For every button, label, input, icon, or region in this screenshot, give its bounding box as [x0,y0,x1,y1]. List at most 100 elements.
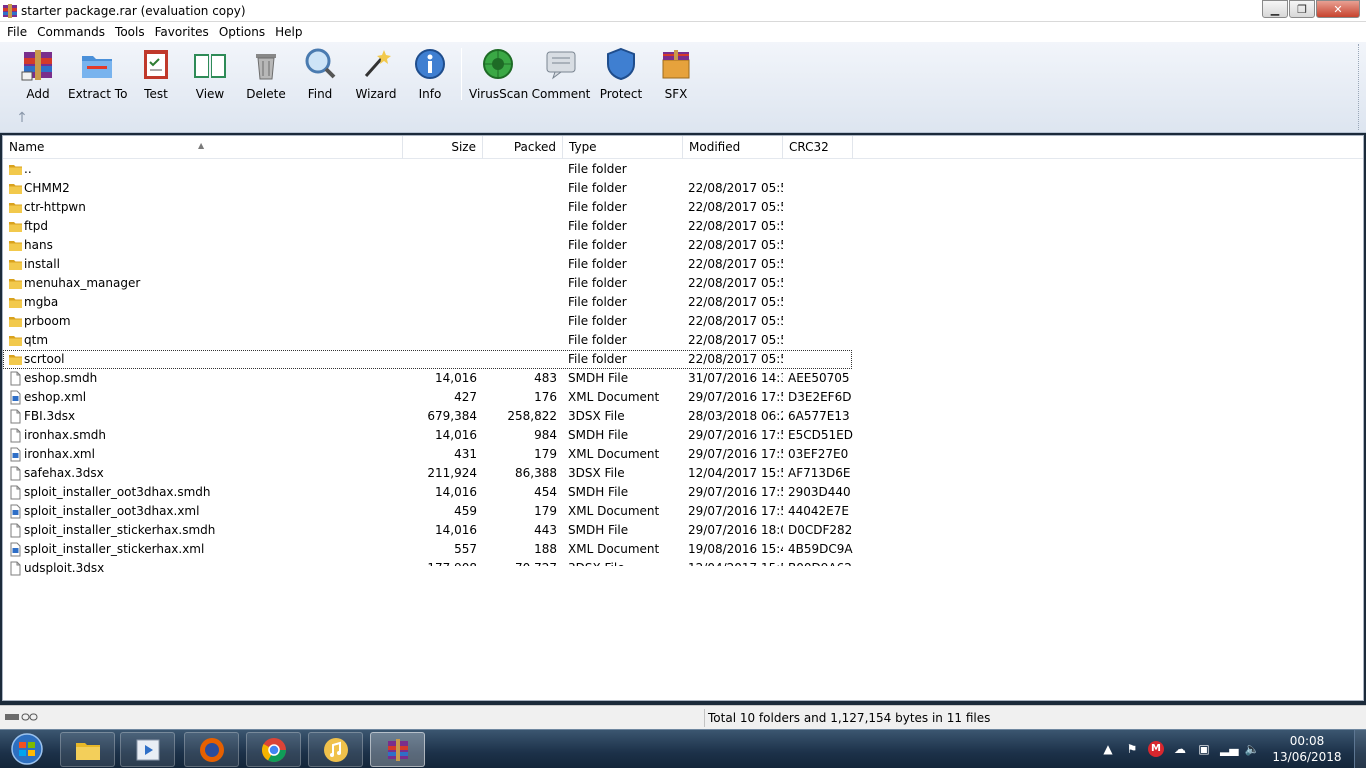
add-button[interactable]: Add [14,46,62,102]
action-center-flag-icon[interactable]: ⚑ [1124,741,1140,757]
taskbar-clock[interactable]: 00:08 13/06/2018 [1272,733,1342,765]
file-row[interactable]: sploit_installer_stickerhax.smdh 14,016 44… [3,521,1363,540]
file-packed [483,255,557,274]
menu-help[interactable]: Help [270,25,307,39]
file-size [403,198,477,217]
find-button[interactable]: Find [298,46,342,102]
start-button[interactable] [5,733,49,766]
file-type: XML Document [568,504,660,518]
maximize-button[interactable]: ❐ [1289,0,1315,18]
cloud-icon[interactable]: ☁ [1172,741,1188,757]
column-modified-label: Modified [689,140,741,154]
file-row[interactable]: scrtool File folder 22/08/2017 05:50 [3,350,852,369]
file-row[interactable]: eshop.smdh 14,016 483 SMDH File 31/07/2016 1… [3,369,1363,388]
taskbar-itunes[interactable] [308,732,363,767]
file-type: SMDH File [568,523,629,537]
file-row[interactable]: qtm File folder 22/08/2017 05:50 [3,331,1363,350]
file-row[interactable]: menuhax_manager File folder 22/08/2017 05:… [3,274,1363,293]
file-row[interactable]: .. File folder [3,160,1363,179]
winrar-app-icon[interactable] [2,3,18,19]
file-row[interactable]: hans File folder 22/08/2017 05:50 [3,236,1363,255]
file-row[interactable]: sploit_installer_oot3dhax.xml 459 179 XML D… [3,502,1363,521]
file-row[interactable]: ctr-httpwn File folder 22/08/2017 05:50 [3,198,1363,217]
taskbar-firefox[interactable] [184,732,239,767]
wizard-button[interactable]: Wizard [353,46,399,102]
find-label: Find [307,87,333,101]
extract-to-button[interactable]: Extract To [68,46,127,102]
file-crc [788,350,853,369]
show-desktop-button[interactable] [1354,730,1366,768]
taskbar-explorer[interactable] [60,732,115,767]
close-button[interactable]: ✕ [1316,0,1360,18]
file-row[interactable]: sploit_installer_stickerhax.xml 557 188 XML… [3,540,1363,559]
protect-button[interactable]: Protect [598,46,644,102]
file-type: File folder [568,333,627,347]
file-crc: AF713D6E [788,466,851,480]
file-row[interactable]: mgba File folder 22/08/2017 05:50 [3,293,1363,312]
network-signal-icon[interactable]: ▂▄ [1220,741,1238,757]
drive-status-icon[interactable] [4,711,40,723]
file-crc [788,293,853,312]
add-label: Add [26,87,50,101]
virus-scan-icon [483,49,513,79]
menu-tools[interactable]: Tools [110,25,150,39]
menu-commands[interactable]: Commands [32,25,110,39]
file-size: 211,924 [427,466,477,480]
column-type-header[interactable]: Type [563,136,683,159]
column-size-header[interactable]: Size [403,136,483,159]
taskbar-media-player[interactable] [120,732,175,767]
menu-options[interactable]: Options [214,25,270,39]
minimize-button[interactable]: ▁ [1262,0,1288,18]
comment-button[interactable]: Comment [531,46,591,102]
virusscan-button[interactable]: VirusScan [469,46,529,102]
column-name-header[interactable]: Name ▲ [3,136,403,159]
column-modified-header[interactable]: Modified [683,136,783,159]
file-name: ironhax.smdh [24,428,106,442]
file-name: hans [24,238,53,252]
file-crc: 44042E7E [788,504,849,518]
music-icon [323,737,348,762]
file-icon [8,466,23,481]
file-row[interactable]: FBI.3dsx 679,384 258,822 3DSX File 28/03/201… [3,407,1363,426]
file-row[interactable]: ironhax.smdh 14,016 984 SMDH File 29/07/2016… [3,426,1363,445]
file-name: prboom [24,314,71,328]
menu-favorites[interactable]: Favorites [150,25,214,39]
folder-icon [8,238,23,253]
delete-button[interactable]: Delete [244,46,288,102]
show-hidden-icons-icon[interactable]: ▲ [1100,741,1116,757]
virusscan-label: VirusScan [469,87,529,101]
close-icon: ✕ [1333,2,1343,16]
test-button[interactable]: Test [134,46,178,102]
file-row[interactable]: eshop.xml 427 176 XML Document 29/07/2016 17… [3,388,1363,407]
file-type: File folder [568,219,627,233]
file-row[interactable]: ironhax.xml 431 179 XML Document 29/07/2016 … [3,445,1363,464]
column-crc-header[interactable]: CRC32 [783,136,853,159]
file-row[interactable]: prboom File folder 22/08/2017 05:50 [3,312,1363,331]
file-modified: 22/08/2017 05:50 [688,314,783,328]
file-size [403,160,477,179]
file-row[interactable]: safehax.3dsx 211,924 86,388 3DSX File 12/04/… [3,464,1363,483]
file-modified: 19/08/2016 15:46 [688,542,783,556]
sfx-button[interactable]: SFX [654,46,698,102]
mega-icon[interactable]: M [1148,741,1164,757]
file-crc: 6A577E13 [788,409,850,423]
file-rows: .. File folder CHMM2 File folder 22/08/2017 … [3,160,1363,578]
taskbar-winrar[interactable] [370,732,425,767]
menu-file[interactable]: File [2,25,32,39]
file-row[interactable]: sploit_installer_oot3dhax.smdh 14,016 454 S… [3,483,1363,502]
view-button[interactable]: View [188,46,232,102]
delete-label: Delete [246,87,286,101]
file-type: File folder [568,257,627,271]
title-bar: starter package.rar (evaluation copy) ▁ … [0,0,1366,22]
volume-icon[interactable]: 🔈 [1244,741,1260,757]
device-icon[interactable]: ▣ [1196,741,1212,757]
file-size: 557 [454,542,477,556]
column-packed-header[interactable]: Packed [483,136,563,159]
up-one-level-button[interactable]: ↑ [14,110,30,126]
taskbar-chrome[interactable] [246,732,301,767]
xml-file-icon [8,390,23,405]
file-row[interactable]: install File folder 22/08/2017 05:50 [3,255,1363,274]
file-row[interactable]: ftpd File folder 22/08/2017 05:50 [3,217,1363,236]
file-row[interactable]: CHMM2 File folder 22/08/2017 05:50 [3,179,1363,198]
info-button[interactable]: Info [408,46,452,102]
